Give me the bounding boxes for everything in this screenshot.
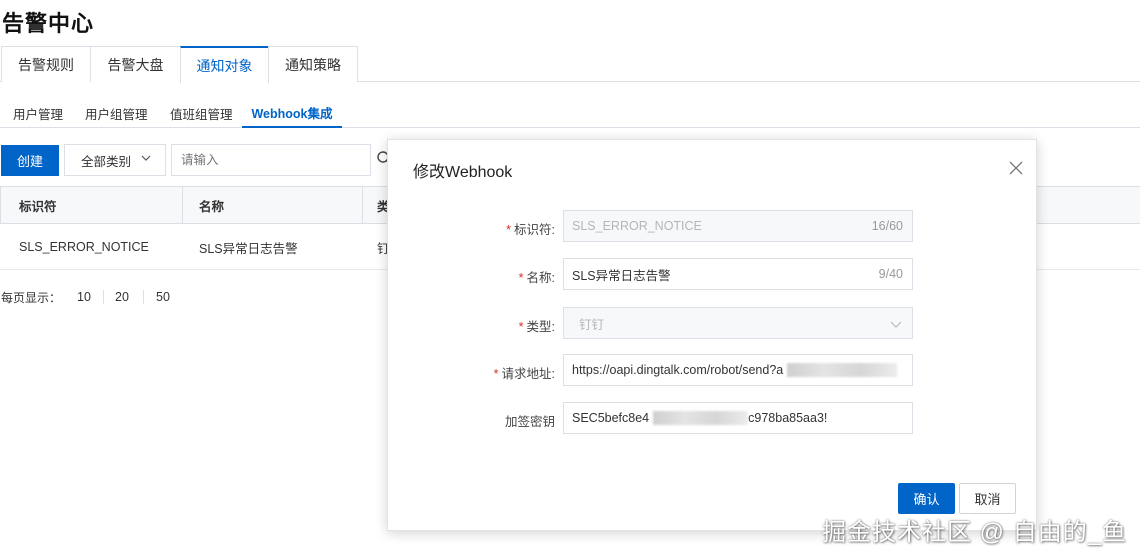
- secret-value: SEC5befc8e4: [572, 411, 650, 425]
- required-mark: *: [506, 223, 512, 237]
- cancel-button[interactable]: 取消: [959, 483, 1016, 514]
- main-tabs: 告警规则 告警大盘 通知对象 通知策略: [0, 46, 1140, 83]
- category-select[interactable]: 全部类别: [64, 144, 166, 176]
- watermark: 掘金技术社区 @ 自由的_鱼: [822, 519, 1128, 546]
- page-size-option-10[interactable]: 10: [77, 290, 91, 304]
- page-size-option-20[interactable]: 20: [115, 290, 129, 304]
- subtab-usergroup-management[interactable]: 用户组管理: [85, 98, 148, 128]
- category-select-value: 全部类别: [81, 154, 132, 169]
- confirm-button[interactable]: 确认: [898, 483, 955, 514]
- tab-notification-policy[interactable]: 通知策略: [268, 46, 358, 82]
- request-url-value: https://oapi.dingtalk.com/robot/send?a: [572, 363, 784, 377]
- type-value: 钉钉: [579, 317, 605, 332]
- page-size-option-50[interactable]: 50: [156, 290, 170, 304]
- name-char-count: 9/40: [878, 267, 903, 281]
- secret-label: 加签密钥: [504, 415, 555, 429]
- required-mark: *: [518, 320, 524, 334]
- create-button[interactable]: 创建: [1, 145, 59, 176]
- chevron-down-icon: [141, 155, 151, 161]
- cell-identifier: SLS_ERROR_NOTICE: [19, 240, 149, 254]
- name-label: * 名称:: [518, 271, 555, 285]
- page-title: 告警中心: [2, 11, 95, 36]
- subtab-oncall-management[interactable]: 值班组管理: [170, 98, 233, 128]
- column-header-identifier: 标识符: [0, 187, 183, 224]
- page-size-label: 每页显示：: [1, 291, 62, 305]
- identifier-value: SLS_ERROR_NOTICE: [572, 219, 702, 233]
- required-mark: *: [493, 367, 499, 381]
- column-header-name: 名称: [183, 187, 363, 224]
- page-size-divider: [143, 290, 144, 304]
- required-mark: *: [518, 271, 524, 285]
- type-select: 钉钉: [563, 307, 913, 339]
- close-icon[interactable]: [1008, 160, 1024, 176]
- request-url-field[interactable]: https://oapi.dingtalk.com/robot/send?a: [563, 354, 913, 386]
- chevron-down-icon: [890, 321, 902, 328]
- identifier-char-count: 16/60: [871, 219, 903, 233]
- tab-notification-targets[interactable]: 通知对象: [180, 46, 269, 83]
- identifier-label: * 标识符:: [506, 223, 555, 237]
- subtab-webhook-integration[interactable]: Webhook集成: [242, 98, 342, 128]
- subtab-user-management[interactable]: 用户管理: [13, 98, 63, 128]
- request-url-label: * 请求地址:: [493, 367, 555, 381]
- identifier-field: SLS_ERROR_NOTICE 16/60: [563, 210, 913, 242]
- search-input[interactable]: [171, 144, 371, 176]
- page-size-divider: [103, 290, 104, 304]
- secret-value-tail: c978ba85aa3!: [748, 411, 828, 425]
- sub-tabs: 用户管理 用户组管理 值班组管理 Webhook集成: [0, 98, 1140, 128]
- redacted-blur: [787, 363, 898, 377]
- type-label: * 类型:: [518, 320, 555, 334]
- tab-alert-rules[interactable]: 告警规则: [1, 46, 91, 82]
- redacted-blur: [653, 411, 749, 425]
- name-field[interactable]: SLS异常日志告警 9/40: [563, 258, 913, 290]
- name-value: SLS异常日志告警: [572, 268, 671, 283]
- tab-alert-dashboard[interactable]: 告警大盘: [90, 46, 181, 82]
- dialog-title: 修改Webhook: [413, 164, 513, 181]
- secret-field[interactable]: SEC5befc8e4 c978ba85aa3!: [563, 402, 913, 434]
- cell-name: SLS异常日志告警: [199, 241, 298, 256]
- edit-webhook-dialog: 修改Webhook * 标识符: SLS_ERROR_NOTICE 16/60 *…: [387, 139, 1037, 531]
